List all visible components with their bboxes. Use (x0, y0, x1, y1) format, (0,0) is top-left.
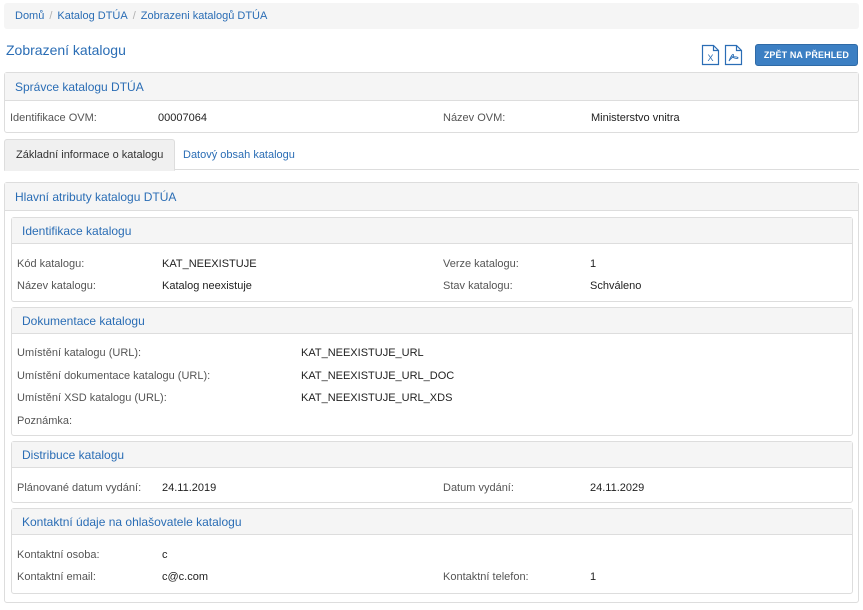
documentation-panel: Dokumentace katalogu Umístění katalogu (… (11, 307, 853, 436)
catalog-state-label: Stav katalogu: (443, 280, 513, 292)
release-date-value: 24.11.2029 (590, 482, 645, 494)
breadcrumb-catalog[interactable]: Katalog DTÚA (57, 10, 127, 22)
catalog-url-label: Umístění katalogu (URL): (17, 347, 142, 359)
tab-bar: Základní informace o katalogu Datový obs… (4, 139, 859, 171)
identification-panel: Identifikace katalogu Kód katalogu: KAT_… (11, 217, 853, 302)
note-label: Poznámka: (17, 415, 73, 427)
page-title: Zobrazení katalogu (6, 42, 126, 58)
tab-basic-info[interactable]: Základní informace o katalogu (4, 139, 176, 171)
catalog-version-value: 1 (590, 258, 597, 270)
contact-phone-label: Kontaktní telefon: (443, 571, 529, 583)
ovm-name-label: Název OVM: (443, 112, 506, 124)
contact-email-label: Kontaktní email: (17, 571, 96, 583)
main-attributes-panel: Hlavní atributy katalogu DTÚA Identifika… (4, 182, 859, 603)
breadcrumb-separator: / (132, 10, 136, 22)
catalog-version-label: Verze katalogu: (443, 258, 519, 270)
excel-file-icon[interactable]: X (701, 44, 720, 66)
identification-heading: Identifikace katalogu (12, 218, 852, 244)
ovm-id-value: 00007064 (158, 112, 207, 124)
breadcrumb-home[interactable]: Domů (15, 10, 44, 22)
planned-date-label: Plánované datum vydání: (17, 482, 142, 494)
contact-person-label: Kontaktní osoba: (17, 549, 100, 561)
catalog-url-value: KAT_NEEXISTUJE_URL (301, 347, 424, 359)
contact-heading: Kontaktní údaje na ohlašovatele katalogu (12, 509, 852, 535)
catalog-code-label: Kód katalogu: (17, 258, 85, 270)
admin-panel-heading: Správce katalogu DTÚA (5, 73, 858, 101)
contact-panel: Kontaktní údaje na ohlašovatele katalogu… (11, 508, 853, 594)
contact-person-value: c (162, 549, 168, 561)
catalog-state-value: Schváleno (590, 280, 642, 292)
release-date-label: Datum vydání: (443, 482, 514, 494)
planned-date-value: 24.11.2019 (162, 482, 217, 494)
breadcrumb: Domů / Katalog DTÚA / Zobrazeni katalogů… (4, 3, 859, 29)
catalog-doc-url-value: KAT_NEEXISTUJE_URL_DOC (301, 370, 455, 382)
distribution-heading: Distribuce katalogu (12, 442, 852, 468)
svg-text:X: X (707, 53, 713, 63)
main-attributes-heading: Hlavní atributy katalogu DTÚA (5, 183, 858, 211)
ovm-name-value: Ministerstvo vnitra (591, 112, 680, 124)
catalog-xsd-url-value: KAT_NEEXISTUJE_URL_XDS (301, 392, 453, 404)
distribution-panel: Distribuce katalogu Plánované datum vydá… (11, 441, 853, 503)
contact-email-value: c@c.com (162, 571, 209, 583)
documentation-heading: Dokumentace katalogu (12, 308, 852, 334)
catalog-xsd-url-label: Umístění XSD katalogu (URL): (17, 392, 167, 404)
catalog-doc-url-label: Umístění dokumentace katalogu (URL): (17, 370, 211, 382)
toolbar: X ZPĚT NA PŘEHLED (701, 44, 858, 66)
contact-phone-value: 1 (590, 571, 597, 583)
breadcrumb-separator: / (49, 10, 53, 22)
catalog-name-label: Název katalogu: (17, 280, 96, 292)
pdf-file-icon[interactable] (724, 44, 743, 66)
back-to-overview-button[interactable]: ZPĚT NA PŘEHLED (754, 44, 858, 66)
ovm-id-label: Identifikace OVM: (10, 112, 97, 124)
admin-panel: Správce katalogu DTÚA Identifikace OVM: … (4, 72, 859, 133)
tab-data-content[interactable]: Datový obsah katalogu (172, 139, 306, 171)
catalog-name-value: Katalog neexistuje (162, 280, 252, 292)
breadcrumb-current[interactable]: Zobrazeni katalogů DTÚA (141, 10, 268, 22)
catalog-code-value: KAT_NEEXISTUJE (162, 258, 257, 270)
